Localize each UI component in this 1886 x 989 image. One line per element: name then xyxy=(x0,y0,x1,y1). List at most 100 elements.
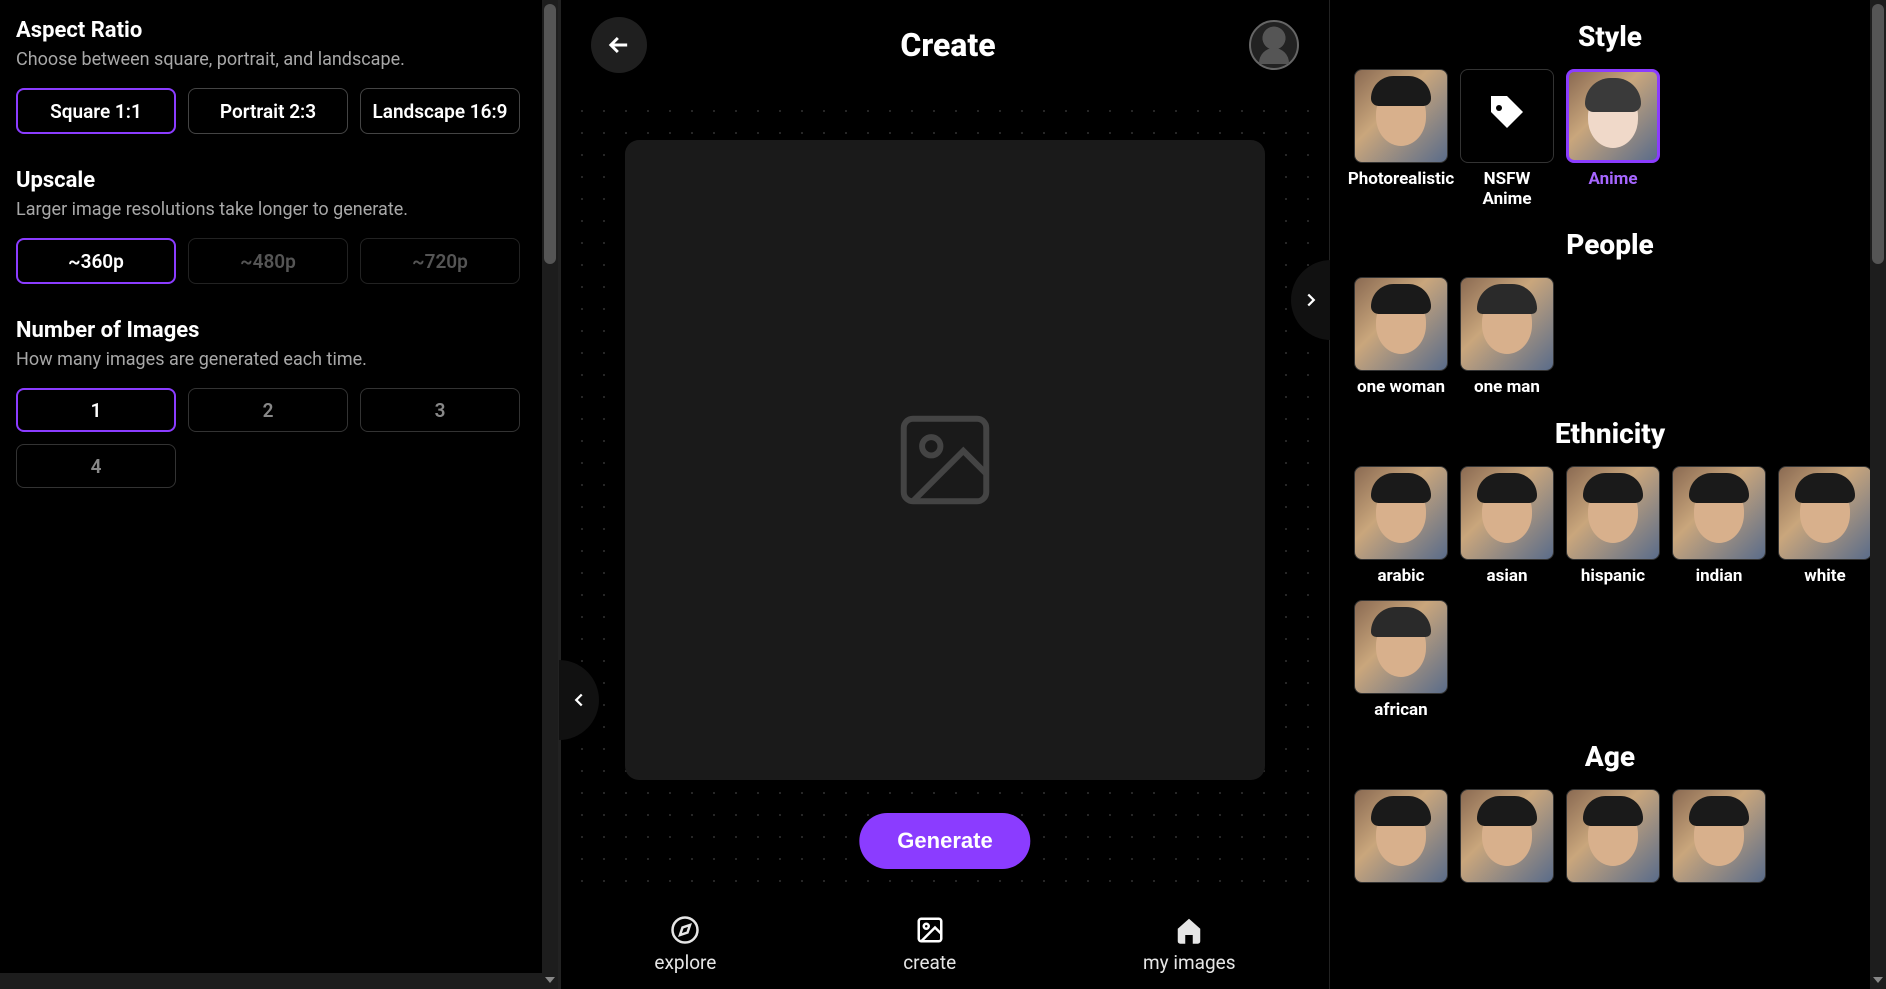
style-row: Photorealistic NSFW Anime Anime xyxy=(1348,69,1872,210)
upscale-title: Upscale xyxy=(16,168,542,193)
num-images-section: Number of Images How many images are gen… xyxy=(16,318,542,488)
page-title: Create xyxy=(900,26,995,64)
bottom-nav: explore create my images xyxy=(561,899,1329,989)
ethnicity-hispanic-thumb xyxy=(1566,466,1660,560)
ethnicity-heading: Ethnicity xyxy=(1348,417,1872,450)
left-settings-panel: Aspect Ratio Choose between square, port… xyxy=(0,0,560,989)
ethnicity-hispanic-label: hispanic xyxy=(1581,566,1645,588)
ethnicity-row: arabic asian hispanic indian white afric… xyxy=(1348,466,1872,722)
chevron-right-icon xyxy=(1300,289,1322,311)
num-2-button[interactable]: 2 xyxy=(188,388,348,432)
upscale-720p-button[interactable]: ~720p xyxy=(360,238,520,284)
arrow-left-icon xyxy=(605,31,633,59)
style-photorealistic-label: Photorealistic xyxy=(1348,169,1454,191)
num-images-title: Number of Images xyxy=(16,318,542,343)
people-row: one woman one man xyxy=(1348,277,1872,399)
age-thumb-4 xyxy=(1672,789,1766,883)
ethnicity-arabic-thumb xyxy=(1354,466,1448,560)
nav-create-label: create xyxy=(903,951,956,974)
image-icon xyxy=(915,915,945,945)
ethnicity-asian-thumb xyxy=(1460,466,1554,560)
age-thumb-3 xyxy=(1566,789,1660,883)
back-button[interactable] xyxy=(591,17,647,73)
left-scrollbar-thumb[interactable] xyxy=(544,4,556,264)
ethnicity-asian-label: asian xyxy=(1487,566,1528,588)
left-horizontal-scrollbar[interactable] xyxy=(0,973,542,989)
image-placeholder xyxy=(625,140,1265,780)
nav-myimages-label: my images xyxy=(1143,951,1236,974)
people-heading: People xyxy=(1348,228,1872,261)
aspect-landscape-button[interactable]: Landscape 16:9 xyxy=(360,88,520,134)
collapse-left-button[interactable] xyxy=(559,660,599,740)
people-one-woman-card[interactable]: one woman xyxy=(1354,277,1448,399)
center-header: Create xyxy=(561,0,1329,90)
ethnicity-indian-label: indian xyxy=(1696,566,1743,588)
people-one-man-card[interactable]: one man xyxy=(1460,277,1554,399)
people-one-woman-label: one woman xyxy=(1357,377,1445,399)
nav-myimages[interactable]: my images xyxy=(1143,915,1236,974)
age-thumb-1 xyxy=(1354,789,1448,883)
home-icon xyxy=(1174,915,1204,945)
age-card-3[interactable] xyxy=(1566,789,1660,911)
age-thumb-2 xyxy=(1460,789,1554,883)
style-heading: Style xyxy=(1348,20,1872,53)
people-one-woman-thumb xyxy=(1354,277,1448,371)
ethnicity-african-label: african xyxy=(1374,700,1427,722)
ethnicity-white-label: white xyxy=(1804,566,1845,588)
left-scrollbar[interactable] xyxy=(542,0,558,989)
people-one-man-thumb xyxy=(1460,277,1554,371)
style-photorealistic-thumb xyxy=(1354,69,1448,163)
ethnicity-african-thumb xyxy=(1354,600,1448,694)
upscale-desc: Larger image resolutions take longer to … xyxy=(16,199,542,220)
num-4-button[interactable]: 4 xyxy=(16,444,176,488)
style-anime-thumb xyxy=(1566,69,1660,163)
aspect-square-button[interactable]: Square 1:1 xyxy=(16,88,176,134)
num-3-button[interactable]: 3 xyxy=(360,388,520,432)
age-heading: Age xyxy=(1348,740,1872,773)
right-tags-panel: Style Photorealistic NSFW Anime Anime Pe… xyxy=(1330,0,1886,989)
aspect-portrait-button[interactable]: Portrait 2:3 xyxy=(188,88,348,134)
age-card-4[interactable] xyxy=(1672,789,1766,911)
ethnicity-hispanic-card[interactable]: hispanic xyxy=(1566,466,1660,588)
style-nsfw-anime-card[interactable]: NSFW Anime xyxy=(1460,69,1554,210)
num-images-options: 1 2 3 4 xyxy=(16,388,542,488)
style-anime-card[interactable]: Anime xyxy=(1566,69,1660,210)
compass-icon xyxy=(670,915,700,945)
ethnicity-indian-thumb xyxy=(1672,466,1766,560)
ethnicity-asian-card[interactable]: asian xyxy=(1460,466,1554,588)
ethnicity-african-card[interactable]: african xyxy=(1354,600,1448,722)
age-row xyxy=(1348,789,1872,911)
profile-avatar-button[interactable] xyxy=(1249,20,1299,70)
chevron-left-icon xyxy=(568,689,590,711)
nav-create[interactable]: create xyxy=(903,915,956,974)
aspect-ratio-title: Aspect Ratio xyxy=(16,18,542,43)
center-panel: Create Generate explore create xyxy=(560,0,1330,989)
right-scrollbar-thumb[interactable] xyxy=(1872,4,1884,264)
generate-button[interactable]: Generate xyxy=(859,813,1030,869)
tag-icon xyxy=(1483,92,1531,140)
style-nsfw-anime-label: NSFW Anime xyxy=(1460,169,1554,210)
style-photorealistic-card[interactable]: Photorealistic xyxy=(1354,69,1448,210)
upscale-360p-button[interactable]: ~360p xyxy=(16,238,176,284)
aspect-ratio-section: Aspect Ratio Choose between square, port… xyxy=(16,18,542,134)
right-scrollbar[interactable] xyxy=(1870,0,1886,989)
age-card-1[interactable] xyxy=(1354,789,1448,911)
age-card-2[interactable] xyxy=(1460,789,1554,911)
num-images-desc: How many images are generated each time. xyxy=(16,349,542,370)
image-placeholder-icon xyxy=(890,405,1000,515)
nav-explore-label: explore xyxy=(654,951,716,974)
upscale-480p-button[interactable]: ~480p xyxy=(188,238,348,284)
ethnicity-arabic-card[interactable]: arabic xyxy=(1354,466,1448,588)
ethnicity-indian-card[interactable]: indian xyxy=(1672,466,1766,588)
nav-explore[interactable]: explore xyxy=(654,915,716,974)
ethnicity-white-card[interactable]: white xyxy=(1778,466,1872,588)
collapse-right-button[interactable] xyxy=(1291,260,1331,340)
canvas-area: Generate xyxy=(561,90,1329,989)
num-1-button[interactable]: 1 xyxy=(16,388,176,432)
style-anime-label: Anime xyxy=(1588,169,1637,191)
aspect-ratio-desc: Choose between square, portrait, and lan… xyxy=(16,49,542,70)
ethnicity-white-thumb xyxy=(1778,466,1872,560)
upscale-options: ~360p ~480p ~720p xyxy=(16,238,542,284)
style-nsfw-anime-thumb xyxy=(1460,69,1554,163)
aspect-ratio-options: Square 1:1 Portrait 2:3 Landscape 16:9 xyxy=(16,88,542,134)
